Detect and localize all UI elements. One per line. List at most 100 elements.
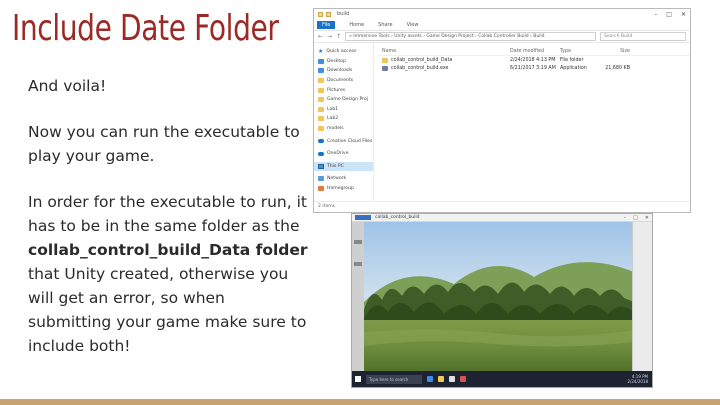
nav-label: Lab2 — [327, 116, 339, 122]
column-type[interactable]: Type — [560, 49, 600, 54]
edge-browser-icon[interactable] — [427, 376, 433, 382]
panel-handle-icon — [354, 240, 362, 244]
ribbon-tabs: File Home Share View — [314, 19, 690, 30]
forward-arrow-icon[interactable]: → — [327, 33, 332, 40]
nav-label: Lab1 — [327, 106, 339, 112]
nav-item-creative-cloud[interactable]: Creative Cloud Files — [314, 136, 373, 146]
maximize-icon[interactable]: □ — [633, 215, 638, 221]
grass-field — [364, 320, 634, 373]
windows-taskbar: Type here to search 4:19 PM 2/24/2018 — [352, 371, 652, 387]
column-date[interactable]: Date modified — [510, 49, 560, 54]
file-date: 2/24/2018 4:13 PM — [510, 57, 556, 63]
file-row-executable[interactable]: collab_control_build.exe 6/21/2017 3:19 … — [378, 64, 690, 72]
nav-item-models[interactable]: models — [314, 124, 373, 134]
data-folder-name: collab_control_build_Data folder — [28, 241, 308, 259]
nav-item-downloads[interactable]: Downloads — [314, 66, 373, 76]
application-icon — [382, 65, 388, 71]
nav-item-onedrive[interactable]: OneDrive — [314, 149, 373, 159]
slide-footer-bar — [0, 399, 720, 405]
folder-icon — [318, 87, 324, 93]
up-arrow-icon[interactable]: ↑ — [336, 33, 341, 40]
game-title: collab_control_build — [375, 215, 420, 220]
back-arrow-icon[interactable]: ← — [318, 33, 323, 40]
editor-right-panel — [632, 222, 652, 372]
file-size: 21,680 KB — [605, 65, 630, 71]
desktop-icon — [318, 58, 324, 64]
windows-start-icon[interactable] — [355, 376, 361, 382]
file-row-data-folder[interactable]: collab_control_build_Data 2/24/2018 4:13… — [378, 56, 690, 64]
nav-item-homegroup[interactable]: Homegroup — [314, 184, 373, 194]
editor-left-panel — [352, 222, 364, 372]
file-type: Application — [560, 65, 587, 71]
explorer-titlebar: build – □ ✕ — [314, 9, 690, 19]
taskbar-search-input[interactable]: Type here to search — [366, 374, 422, 384]
file-type: File folder — [560, 57, 584, 63]
file-name-cell: collab_control_build_Data — [378, 57, 510, 63]
computer-icon — [318, 163, 324, 169]
close-icon[interactable]: ✕ — [645, 215, 649, 221]
file-name-cell: collab_control_build.exe — [378, 65, 510, 71]
address-bar-row: ← → ↑ « Immersive Tools › Unity assets ›… — [314, 30, 690, 43]
explorer-title: build — [337, 11, 350, 17]
close-icon[interactable]: ✕ — [681, 11, 686, 18]
unity-icon[interactable] — [449, 376, 455, 382]
maximize-icon[interactable]: □ — [666, 11, 672, 18]
panel-handle-icon — [354, 262, 362, 266]
clock-date: 2/24/2018 — [627, 379, 648, 384]
nav-item-documents[interactable]: Documents — [314, 76, 373, 86]
tab-share[interactable]: Share — [378, 22, 392, 28]
download-icon — [318, 68, 324, 74]
folder-icon — [318, 78, 324, 84]
nav-item-lab1[interactable]: Lab1 — [314, 105, 373, 115]
network-icon — [318, 176, 324, 182]
nav-label: Pictures — [327, 87, 346, 93]
tab-file[interactable]: File — [317, 20, 336, 29]
nav-item-pictures[interactable]: Pictures — [314, 85, 373, 95]
minimize-icon[interactable]: – — [654, 11, 657, 18]
nav-item-this-pc[interactable]: This PC — [314, 161, 373, 172]
window-controls: – □ ✕ — [654, 11, 686, 18]
column-name[interactable]: Name — [378, 49, 510, 54]
nav-label: Network — [327, 176, 347, 182]
folder-icon — [318, 97, 324, 103]
file-list-header: Name Date modified Type Size — [378, 47, 690, 56]
paragraph-run-executable: Now you can run the executable to play y… — [28, 123, 300, 165]
game-window: collab_control_build – □ ✕ Type here to … — [351, 213, 653, 388]
nav-item-network[interactable]: Network — [314, 174, 373, 184]
folder-icon[interactable] — [438, 376, 444, 382]
paragraph-instructions: In order for the executable to run, it h… — [28, 190, 313, 358]
properties-icon — [326, 11, 331, 17]
folder-icon — [318, 116, 324, 122]
tab-home[interactable]: Home — [349, 22, 364, 28]
navigation-buttons: ← → ↑ — [318, 33, 341, 40]
nav-item-game-design-proj[interactable]: Game Design Proj — [314, 95, 373, 105]
tab-view[interactable]: View — [407, 22, 419, 28]
slide-body: And voila! Now you can run the executabl… — [28, 74, 313, 380]
search-input[interactable]: Search Build — [600, 32, 686, 41]
navigation-pane: ★ Quick access Desktop Downloads Document… — [314, 43, 374, 201]
minimize-icon[interactable]: – — [624, 215, 627, 221]
nav-label: This PC — [327, 163, 344, 169]
nav-label: Desktop — [327, 58, 346, 64]
instructions-text-start: In order for the executable to run, it h… — [28, 193, 307, 235]
nav-item-quick-access[interactable]: ★ Quick access — [314, 47, 373, 57]
app-icon[interactable] — [460, 376, 466, 382]
folder-icon — [318, 126, 324, 132]
nav-item-desktop[interactable]: Desktop — [314, 57, 373, 67]
address-path[interactable]: « Immersive Tools › Unity assets › Game … — [345, 32, 596, 41]
status-bar: 2 items — [314, 201, 690, 211]
taskbar-clock: 4:19 PM 2/24/2018 — [627, 374, 652, 384]
nav-label: models — [327, 126, 344, 132]
folder-icon — [318, 106, 324, 112]
file-explorer-window: build – □ ✕ File Home Share View ← → ↑ «… — [313, 8, 691, 213]
nav-label: Homegroup — [327, 186, 354, 192]
nav-item-lab2[interactable]: Lab2 — [314, 114, 373, 124]
column-size[interactable]: Size — [600, 49, 630, 54]
explorer-body: ★ Quick access Desktop Downloads Document… — [314, 43, 690, 201]
nav-label: Downloads — [327, 68, 353, 74]
quick-access-toolbar — [318, 11, 331, 17]
nav-label: OneDrive — [327, 151, 349, 157]
file-list: Name Date modified Type Size collab_cont… — [374, 43, 690, 201]
game-scene-view[interactable] — [364, 222, 634, 373]
cloud-icon — [318, 139, 324, 144]
